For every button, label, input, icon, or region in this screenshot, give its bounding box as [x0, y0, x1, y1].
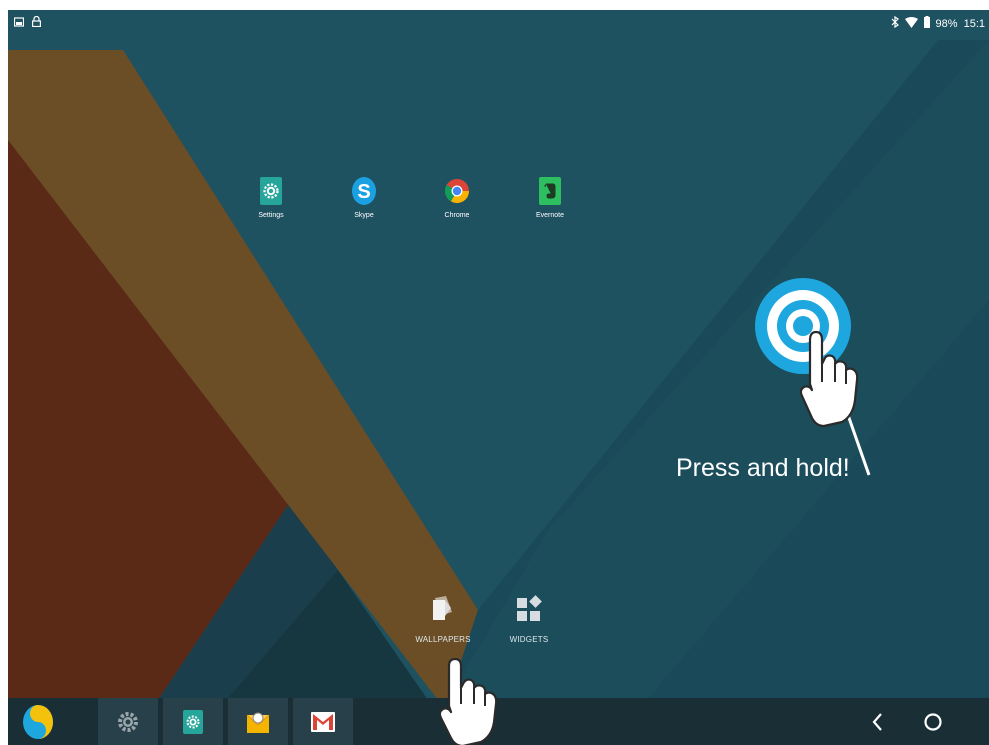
back-button[interactable] — [848, 698, 908, 745]
wallpapers-label: WALLPAPERS — [415, 635, 471, 644]
battery-icon — [923, 16, 930, 31]
taskbar-email[interactable] — [228, 698, 288, 745]
settings-icon — [258, 176, 284, 206]
settings-gear-icon — [118, 711, 138, 732]
app-label: Evernote — [535, 212, 565, 219]
battery-percent: 98% — [935, 17, 958, 30]
status-bar: 98% 15:1 — [8, 10, 989, 36]
app-chrome[interactable]: Chrome — [427, 176, 487, 219]
app-label: Chrome — [444, 212, 470, 219]
app-label: Settings — [258, 212, 284, 219]
gmail-icon — [311, 711, 335, 732]
app-skype[interactable]: S Skype — [334, 176, 394, 219]
wallpapers-icon — [433, 596, 452, 620]
evernote-icon — [537, 176, 563, 206]
chrome-icon — [444, 176, 470, 206]
widgets-label: WIDGETS — [509, 635, 549, 644]
pointing-hand-icon — [438, 658, 498, 745]
bluetooth-icon — [891, 15, 899, 31]
wallpapers-button[interactable]: WALLPAPERS — [408, 594, 478, 644]
app-settings[interactable]: Settings — [241, 176, 301, 219]
taskbar-settings[interactable] — [163, 698, 223, 745]
app-label: Skype — [354, 212, 374, 219]
taskbar-gmail[interactable] — [293, 698, 353, 745]
email-icon — [246, 712, 270, 733]
lock-icon — [32, 15, 42, 30]
android-desktop-screen: 98% 15:1 Settings S Skype Chrome Evernot… — [8, 10, 989, 745]
home-icon — [924, 712, 942, 731]
start-menu-button[interactable] — [8, 698, 68, 745]
widgets-button[interactable]: WIDGETS — [494, 594, 564, 644]
start-menu-icon — [23, 704, 53, 739]
clock: 15:1 — [963, 17, 985, 30]
screenshot-icon — [13, 16, 25, 30]
press-and-hold-hint: Press and hold! — [676, 454, 850, 482]
svg-text:S: S — [357, 181, 370, 203]
settings-icon — [183, 709, 203, 734]
wifi-icon — [904, 16, 918, 31]
pointing-hand-icon — [799, 330, 859, 428]
skype-icon: S — [351, 176, 377, 206]
home-button[interactable] — [903, 698, 963, 745]
back-icon — [872, 712, 882, 731]
taskbar-settings-gear[interactable] — [98, 698, 158, 745]
app-evernote[interactable]: Evernote — [520, 176, 580, 219]
widgets-icon — [517, 595, 542, 621]
